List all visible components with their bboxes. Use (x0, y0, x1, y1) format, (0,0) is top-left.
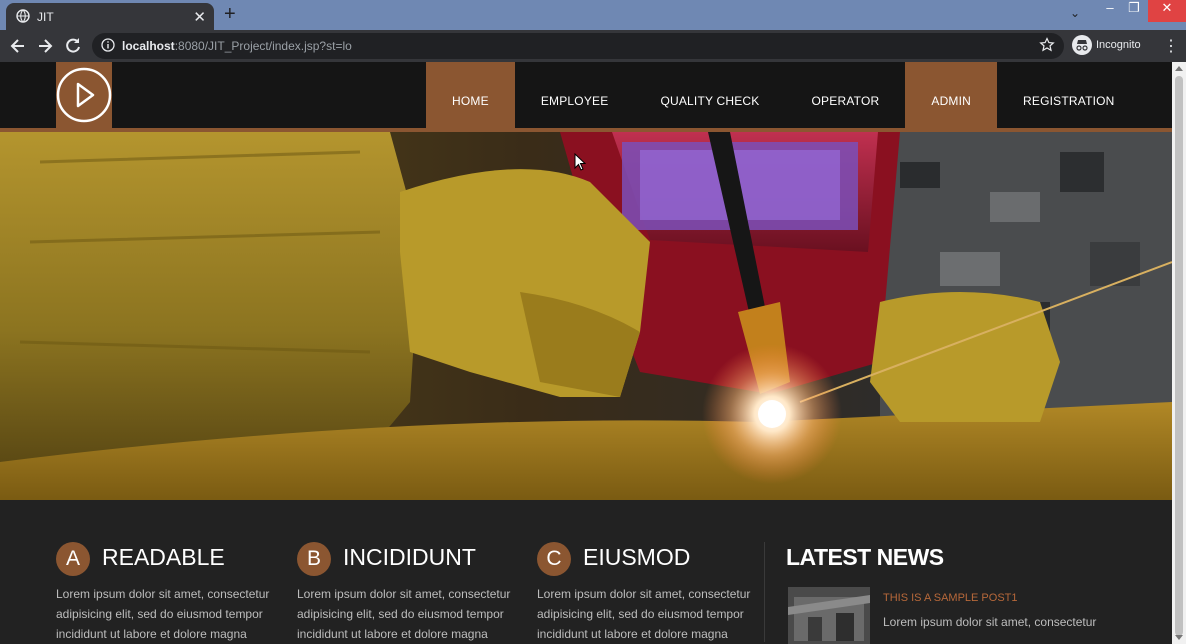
site-header: HOME EMPLOYEE QUALITY CHECK OPERATOR ADM… (0, 62, 1172, 132)
mouse-cursor-icon (574, 153, 586, 171)
news-post-title[interactable]: THIS IS A SAMPLE POST1 (883, 592, 1018, 604)
site-logo[interactable] (56, 62, 112, 128)
news-thumbnail[interactable] (788, 587, 870, 644)
nav-operator[interactable]: OPERATOR (786, 62, 906, 128)
features-section: A READABLE Lorem ipsum dolor sit amet, c… (0, 500, 1172, 644)
feature-badge: B (297, 542, 331, 576)
restore-button[interactable]: ❐ (1124, 0, 1144, 22)
incognito-icon (1072, 35, 1092, 55)
nav-employee[interactable]: EMPLOYEE (515, 62, 635, 128)
info-icon[interactable] (101, 38, 115, 52)
feature-title: INCIDIDUNT (343, 544, 476, 570)
address-bar[interactable]: localhost:8080/JIT_Project/index.jsp?st=… (92, 33, 1064, 59)
scroll-down-arrow-icon[interactable] (1175, 635, 1183, 640)
scrollbar-thumb[interactable] (1175, 76, 1183, 636)
tab-search-icon[interactable]: ⌄ (1070, 6, 1080, 28)
page-scrollbar[interactable] (1172, 62, 1186, 644)
browser-menu-icon[interactable]: ⋮ (1163, 36, 1179, 56)
browser-toolbar: localhost:8080/JIT_Project/index.jsp?st=… (0, 30, 1186, 62)
web-page: HOME EMPLOYEE QUALITY CHECK OPERATOR ADM… (0, 62, 1172, 644)
incognito-label: Incognito (1096, 38, 1141, 51)
hero-welding-image (0, 132, 1172, 500)
back-arrow-icon[interactable] (8, 36, 28, 56)
close-window-button[interactable]: ✕ (1148, 0, 1186, 22)
browser-tab-strip: JIT ✕ + ⌄ – ❐ ✕ (0, 0, 1186, 30)
news-post-excerpt: Lorem ipsum dolor sit amet, consectetur (883, 615, 1097, 629)
main-nav: HOME EMPLOYEE QUALITY CHECK OPERATOR ADM… (426, 62, 1141, 128)
feature-text: Lorem ipsum dolor sit amet, consectetur … (56, 587, 270, 641)
url-text: localhost:8080/JIT_Project/index.jsp?st=… (122, 39, 352, 53)
feature-badge: C (537, 542, 571, 576)
reload-icon[interactable] (63, 36, 83, 56)
minimize-button[interactable]: – (1100, 0, 1120, 22)
bookmark-star-icon[interactable] (1039, 37, 1055, 53)
nav-quality-check[interactable]: QUALITY CHECK (634, 62, 785, 128)
feature-title: READABLE (102, 544, 225, 570)
feature-title: EIUSMOD (583, 544, 691, 570)
close-tab-icon[interactable]: ✕ (193, 8, 206, 26)
incognito-indicator[interactable]: Incognito (1072, 35, 1141, 55)
forward-arrow-icon[interactable] (35, 36, 55, 56)
scroll-up-arrow-icon[interactable] (1175, 66, 1183, 71)
new-tab-button[interactable]: + (224, 3, 236, 26)
play-icon (56, 67, 112, 123)
section-divider (764, 542, 765, 642)
browser-tab[interactable]: JIT ✕ (6, 3, 214, 30)
feature-text: Lorem ipsum dolor sit amet, consectetur … (297, 587, 511, 641)
news-heading: LATEST NEWS (786, 544, 944, 570)
tab-title: JIT (37, 10, 54, 24)
nav-home[interactable]: HOME (426, 62, 515, 128)
nav-admin[interactable]: ADMIN (905, 62, 998, 128)
feature-badge: A (56, 542, 90, 576)
nav-registration[interactable]: REGISTRATION (997, 62, 1141, 128)
globe-icon (16, 9, 30, 23)
feature-text: Lorem ipsum dolor sit amet, consectetur … (537, 587, 751, 641)
